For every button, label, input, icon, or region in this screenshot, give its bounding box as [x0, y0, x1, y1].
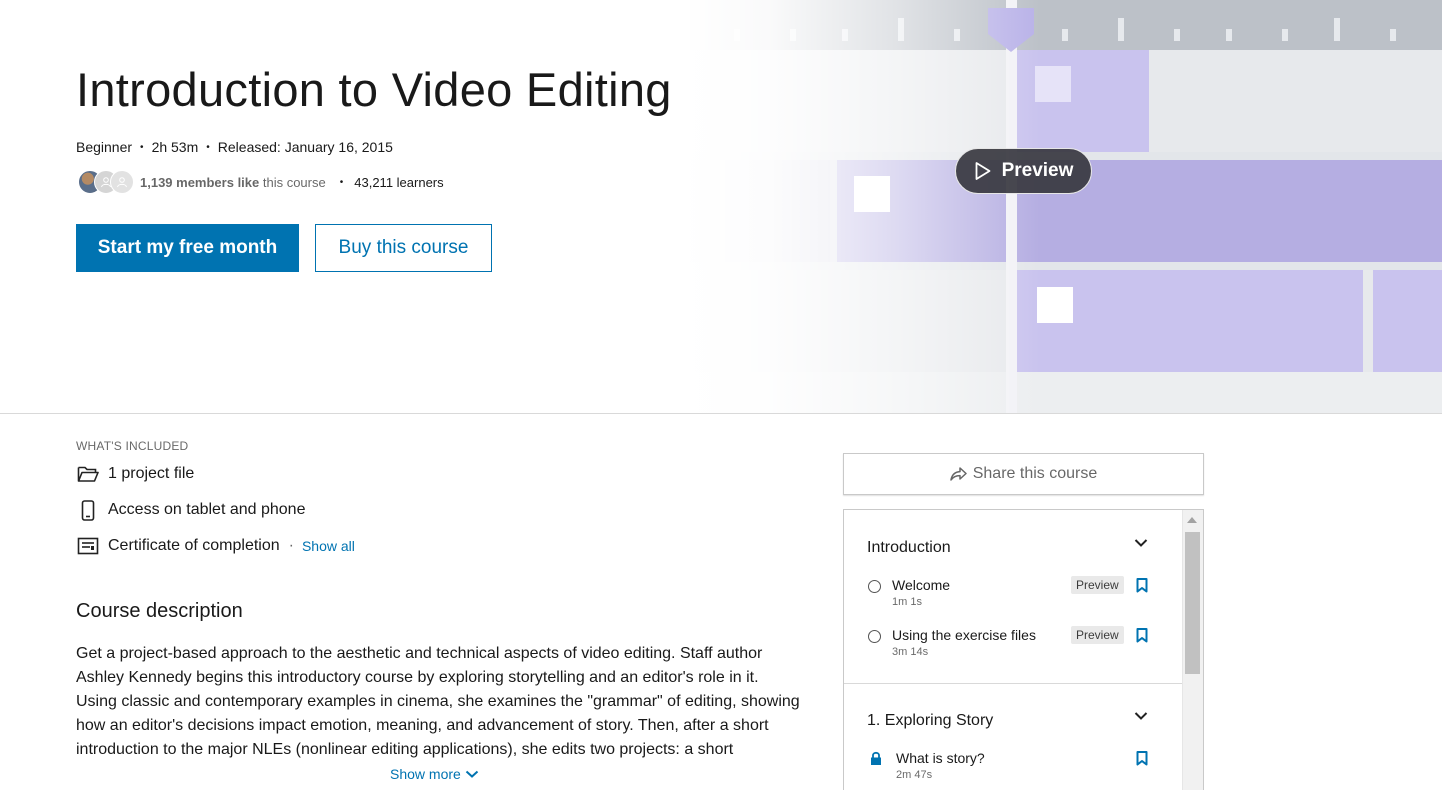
- share-icon: [949, 467, 967, 481]
- video-item-what-is-story[interactable]: What is story? 2m 47s: [868, 750, 1158, 786]
- share-course-button[interactable]: Share this course: [843, 453, 1204, 495]
- included-item-label: Access on tablet and phone: [108, 501, 306, 518]
- course-description-text: Get a project-based approach to the aest…: [76, 645, 800, 758]
- play-icon: [975, 162, 990, 180]
- unwatched-circle-icon: [868, 630, 881, 643]
- unwatched-circle-icon: [868, 580, 881, 593]
- share-course-label: Share this course: [972, 465, 1098, 482]
- hero-fade-overlay: [680, 0, 1040, 413]
- chapter-title-introduction[interactable]: Introduction: [867, 539, 951, 557]
- video-title[interactable]: What is story?: [896, 750, 985, 766]
- bookmark-icon[interactable]: [1136, 578, 1148, 593]
- scroll-up-arrow-icon[interactable]: [1187, 517, 1197, 523]
- chevron-down-icon[interactable]: [1134, 711, 1148, 721]
- included-item-mobile-access: Access on tablet and phone: [76, 498, 305, 522]
- whats-included-label: WHAT'S INCLUDED: [76, 439, 189, 453]
- preview-badge: Preview: [1071, 626, 1124, 644]
- included-item-label: Certificate of completion: [108, 537, 280, 554]
- bookmark-icon[interactable]: [1136, 751, 1148, 766]
- folder-icon: [76, 462, 100, 486]
- buy-course-button[interactable]: Buy this course: [315, 224, 492, 272]
- member-avatars: [78, 170, 140, 194]
- show-all-link[interactable]: Show all: [302, 538, 355, 554]
- video-duration: 1m 1s: [892, 596, 922, 608]
- video-item-welcome[interactable]: Welcome 1m 1s Preview: [868, 576, 1158, 613]
- toc-scrollbar[interactable]: [1182, 510, 1203, 790]
- chevron-down-icon: [465, 770, 478, 778]
- chapter-divider: [844, 683, 1183, 684]
- show-more-label: Show more: [390, 766, 461, 782]
- course-description-heading: Course description: [76, 600, 243, 622]
- preview-label: Preview: [1001, 160, 1074, 181]
- preview-badge: Preview: [1071, 576, 1124, 594]
- phone-icon: [76, 498, 100, 522]
- course-meta: Beginner • 2h 53m • Released: January 16…: [76, 139, 393, 155]
- chapter-title-exploring-story[interactable]: 1. Exploring Story: [867, 712, 993, 730]
- members-like-number: 1,139 members like: [140, 174, 260, 190]
- certificate-icon: [76, 534, 100, 558]
- course-duration: 2h 53m: [151, 139, 199, 155]
- video-item-exercise-files[interactable]: Using the exercise files 3m 14s Preview: [868, 626, 1158, 663]
- start-free-month-button[interactable]: Start my free month: [76, 224, 299, 272]
- members-like-suffix: this course: [259, 174, 326, 190]
- video-duration: 2m 47s: [896, 769, 933, 781]
- learners-count: 43,211 learners: [354, 174, 444, 190]
- show-more-button[interactable]: Show more: [390, 766, 479, 782]
- table-of-contents[interactable]: Introduction Welcome 1m 1s Preview Using…: [843, 509, 1204, 790]
- lock-icon: [871, 751, 881, 765]
- bookmark-icon[interactable]: [1136, 628, 1148, 643]
- course-hero: Introduction to Video Editing Beginner •…: [0, 0, 1442, 414]
- video-title[interactable]: Using the exercise files: [892, 627, 1036, 643]
- meta-separator: •: [206, 141, 210, 153]
- included-item-certificate: Certificate of completion · Show all: [76, 534, 355, 558]
- social-proof: 1,139 members like this course • 43,211 …: [78, 170, 444, 194]
- course-release-date: Released: January 16, 2015: [217, 139, 393, 155]
- included-item-label: 1 project file: [108, 465, 195, 482]
- scrollbar-thumb[interactable]: [1185, 532, 1200, 674]
- preview-button[interactable]: Preview: [955, 148, 1092, 194]
- members-like-count: 1,139 members like this course: [140, 175, 326, 190]
- avatar-placeholder: [110, 170, 134, 194]
- video-title[interactable]: Welcome: [892, 577, 950, 593]
- video-duration: 3m 14s: [892, 646, 929, 658]
- course-title: Introduction to Video Editing: [76, 63, 672, 116]
- course-level: Beginner: [76, 139, 133, 155]
- included-separator: ·: [288, 537, 294, 554]
- included-item-project-file: 1 project file: [76, 462, 194, 486]
- social-separator: •: [339, 176, 344, 188]
- meta-separator: •: [140, 141, 144, 153]
- chevron-down-icon[interactable]: [1134, 538, 1148, 548]
